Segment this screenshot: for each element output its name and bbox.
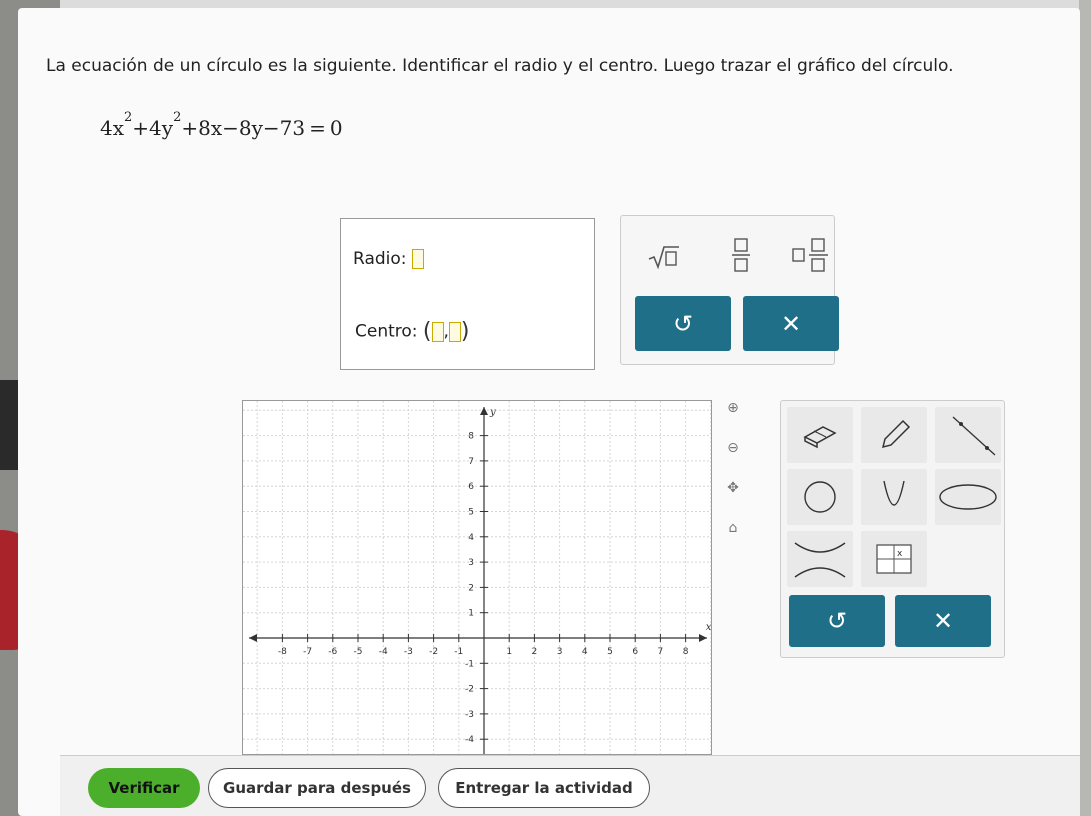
close-paren: ) (460, 319, 470, 344)
clear-button[interactable]: ✕ (743, 296, 839, 351)
x-tick-label: -1 (454, 647, 463, 657)
x-tick-label: 3 (557, 647, 563, 657)
bottom-bar: Verificar Guardar para después Entregar … (60, 755, 1080, 816)
math-palette: ↺ ✕ (620, 215, 839, 365)
fraction-icon (732, 238, 750, 272)
y-axis-label: y (489, 407, 496, 418)
entregar-button[interactable]: Entregar la actividad (438, 768, 650, 808)
coordinate-plane[interactable]: -8-7-6-5-4-3-2-112345678-5-4-3-2-1123456… (243, 401, 712, 755)
ellipse-button[interactable] (935, 469, 1001, 525)
x-tick-label: -7 (303, 647, 312, 657)
graph-area[interactable]: -8-7-6-5-4-3-2-112345678-5-4-3-2-1123456… (242, 400, 712, 755)
x-tick-label: 4 (582, 647, 588, 657)
svg-text:x: x (897, 549, 903, 559)
close-icon: ✕ (780, 309, 802, 338)
x-axis-arrow-left (249, 634, 257, 642)
parabola-button[interactable] (861, 469, 927, 525)
x-tick-label: 6 (632, 647, 638, 657)
eq-term-2: +4y (132, 116, 174, 140)
undo-button[interactable]: ↺ (635, 296, 731, 351)
table-button[interactable]: x (861, 531, 927, 587)
y-tick-label: 7 (468, 457, 474, 467)
hyperbola-button[interactable] (787, 531, 853, 587)
x-tick-label: 5 (607, 647, 613, 657)
x-tick-label: 8 (683, 647, 689, 657)
centro-y-input[interactable] (448, 321, 461, 342)
radio-label: Radio: (353, 249, 407, 269)
sqrt-button[interactable] (647, 244, 681, 275)
pencil-button[interactable] (861, 407, 927, 463)
x-tick-label: -3 (404, 647, 413, 657)
table-icon: x (876, 544, 912, 574)
close-icon: ✕ (932, 607, 954, 635)
x-tick-label: -6 (328, 647, 337, 657)
mixed-number-button[interactable] (791, 236, 831, 279)
graph-side-tools: ⊕ ⊖ ✥ ⌂ (718, 400, 748, 560)
zoom-out-icon[interactable]: ⊖ (718, 440, 748, 480)
y-tick-label: -4 (465, 735, 474, 745)
line-icon (952, 416, 996, 456)
y-tick-label: 6 (468, 482, 474, 492)
ellipse-icon (939, 484, 997, 510)
home-icon[interactable]: ⌂ (718, 520, 748, 560)
x-tick-label: 7 (658, 647, 664, 657)
radio-input[interactable] (411, 249, 424, 269)
circle-tool-button[interactable] (787, 469, 853, 525)
drawing-palette: x ↺ ✕ (780, 400, 1005, 658)
radio-row: Radio: (353, 249, 424, 269)
hyperbola-icon (794, 542, 846, 578)
answer-box: Radio: Centro: (,) (340, 218, 595, 370)
question-text: La ecuación de un círculo es la siguient… (46, 56, 954, 76)
x-tick-label: 1 (506, 647, 512, 657)
undo-icon: ↺ (672, 309, 694, 338)
y-tick-label: 5 (468, 508, 474, 518)
y-tick-label: -3 (465, 710, 474, 720)
pencil-icon (881, 419, 911, 449)
centro-label: Centro: (355, 321, 418, 342)
y-tick-label: 4 (468, 533, 474, 543)
x-tick-label: -4 (379, 647, 388, 657)
eq-exp-2: 2 (173, 110, 182, 126)
mixed-number-icon (792, 238, 828, 272)
eq-term-3: +8x−8y−73 = 0 (181, 116, 343, 140)
eq-exp-1: 2 (124, 110, 133, 126)
y-tick-label: 3 (468, 558, 474, 568)
centro-x-input[interactable] (431, 321, 444, 342)
graph-clear-button[interactable]: ✕ (895, 595, 991, 647)
eq-term-1: 4x (100, 116, 125, 140)
y-tick-label: 1 (468, 609, 474, 619)
sqrt-icon (648, 246, 679, 270)
zoom-in-icon[interactable]: ⊕ (718, 400, 748, 440)
undo-icon: ↺ (826, 607, 848, 635)
y-tick-label: 2 (468, 583, 474, 593)
fraction-button[interactable] (731, 236, 751, 279)
y-axis-arrow-up (480, 407, 488, 415)
circle-equation: 4x2+4y2+8x−8y−73 = 0 (100, 110, 343, 140)
eraser-icon (803, 426, 837, 449)
parabola-icon (883, 480, 905, 506)
pan-icon[interactable]: ✥ (718, 480, 748, 520)
verificar-button[interactable]: Verificar (88, 768, 200, 808)
x-tick-label: 2 (532, 647, 538, 657)
y-tick-label: -2 (465, 685, 474, 695)
open-paren: ( (422, 319, 432, 344)
circle-icon (804, 481, 836, 513)
graph-undo-button[interactable]: ↺ (789, 595, 885, 647)
x-tick-label: -8 (278, 647, 287, 657)
eraser-button[interactable] (787, 407, 853, 463)
x-tick-label: -5 (354, 647, 363, 657)
right-background (1079, 0, 1091, 816)
y-tick-label: -1 (465, 659, 474, 669)
x-tick-label: -2 (429, 647, 438, 657)
line-button[interactable] (935, 407, 1001, 463)
guardar-button[interactable]: Guardar para después (208, 768, 426, 808)
y-tick-label: 8 (468, 432, 474, 442)
x-axis-label: x (706, 622, 712, 633)
centro-row: Centro: (,) (355, 319, 470, 344)
x-axis-arrow-right (699, 634, 707, 642)
